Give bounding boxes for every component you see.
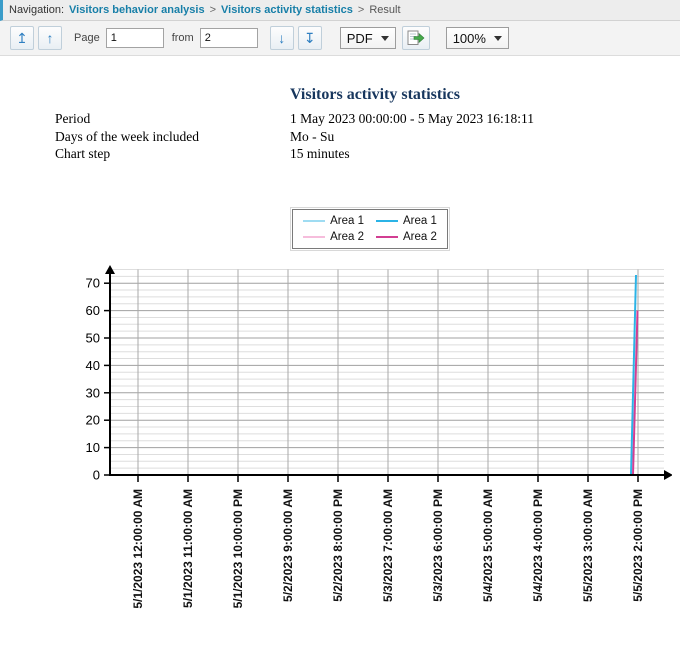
svg-text:5/4/2023 5:00:00 AM: 5/4/2023 5:00:00 AM [481, 489, 495, 602]
legend-line-swatch [376, 220, 398, 222]
export-format-value: PDF [347, 31, 373, 46]
chevron-down-icon [381, 36, 389, 41]
svg-text:5/1/2023 12:00:00 AM: 5/1/2023 12:00:00 AM [131, 489, 145, 609]
report-toolbar: ↥ ↑ Page from ↓ ↧ PDF 100% [0, 21, 680, 56]
breadcrumb-link-visitors-behavior-analysis[interactable]: Visitors behavior analysis [69, 4, 205, 16]
arrow-up-bar-icon: ↥ [16, 31, 28, 45]
breadcrumb-current-result: Result [369, 4, 400, 16]
field-label-chart-step: Chart step [55, 145, 290, 163]
svg-text:20: 20 [86, 412, 100, 427]
page-previous-button[interactable]: ↑ [38, 26, 62, 50]
svg-text:10: 10 [86, 440, 100, 455]
arrow-down-icon: ↓ [278, 31, 285, 45]
chart-area: 0 10 20 30 40 50 60 70 5/1/2023 12:00:00 AM 5/1/2… [72, 263, 680, 630]
page-label: Page [74, 32, 100, 44]
svg-text:40: 40 [86, 357, 100, 372]
svg-text:5/3/2023 6:00:00 PM: 5/3/2023 6:00:00 PM [431, 489, 445, 602]
svg-text:5/3/2023 7:00:00 AM: 5/3/2023 7:00:00 AM [381, 489, 395, 602]
from-label: from [172, 32, 194, 44]
field-value-chart-step: 15 minutes [290, 145, 350, 163]
svg-text:5/5/2023 2:00:00 PM: 5/5/2023 2:00:00 PM [631, 489, 645, 602]
breadcrumb: Navigation: Visitors behavior analysis >… [0, 0, 680, 21]
svg-text:5/5/2023 3:00:00 AM: 5/5/2023 3:00:00 AM [581, 489, 595, 602]
page-next-button[interactable]: ↓ [270, 26, 294, 50]
legend-label: Area 1 [330, 215, 364, 227]
chevron-down-icon [494, 36, 502, 41]
svg-text:5/4/2023 4:00:00 PM: 5/4/2023 4:00:00 PM [531, 489, 545, 602]
svg-text:5/1/2023 10:00:00 PM: 5/1/2023 10:00:00 PM [231, 489, 245, 608]
svg-text:30: 30 [86, 385, 100, 400]
export-format-select[interactable]: PDF [340, 27, 396, 49]
breadcrumb-link-visitors-activity-statistics[interactable]: Visitors activity statistics [221, 4, 353, 16]
svg-text:5/1/2023 11:00:00 AM: 5/1/2023 11:00:00 AM [181, 488, 195, 607]
legend-item: Area 2 [303, 231, 364, 243]
export-icon [407, 30, 425, 46]
table-row: Chart step 15 minutes [55, 145, 680, 163]
svg-text:5/2/2023 8:00:00 PM: 5/2/2023 8:00:00 PM [331, 489, 345, 602]
table-row: Days of the week included Mo - Su [55, 128, 680, 146]
legend-label: Area 2 [330, 231, 364, 243]
chart-legend: Area 1 Area 1 Area 2 Area 2 [292, 209, 448, 249]
export-button[interactable] [402, 26, 430, 50]
legend-line-swatch [303, 220, 325, 222]
table-row: Period 1 May 2023 00:00:00 - 5 May 2023 … [55, 110, 680, 128]
legend-line-swatch [376, 236, 398, 238]
svg-text:0: 0 [93, 467, 100, 482]
breadcrumb-separator: > [358, 4, 364, 16]
breadcrumb-separator: > [210, 4, 216, 16]
legend-item: Area 1 [303, 215, 364, 227]
page-total-input[interactable] [200, 28, 258, 48]
field-label-days: Days of the week included [55, 128, 290, 146]
legend-label: Area 2 [403, 231, 437, 243]
page-first-button[interactable]: ↥ [10, 26, 34, 50]
zoom-select[interactable]: 100% [446, 27, 509, 49]
report-summary-table: Period 1 May 2023 00:00:00 - 5 May 2023 … [55, 110, 680, 163]
page-number-input[interactable] [106, 28, 164, 48]
svg-text:50: 50 [86, 330, 100, 345]
page-last-button[interactable]: ↧ [298, 26, 322, 50]
field-label-period: Period [55, 110, 290, 128]
page-title: Visitors activity statistics [70, 86, 680, 104]
legend-line-swatch [303, 236, 325, 238]
svg-text:60: 60 [86, 303, 100, 318]
zoom-value: 100% [453, 31, 486, 46]
field-value-days: Mo - Su [290, 128, 334, 146]
svg-text:5/2/2023 9:00:00 AM: 5/2/2023 9:00:00 AM [281, 489, 295, 602]
report-page: Visitors activity statistics Period 1 Ma… [0, 56, 680, 630]
visitors-activity-chart: 0 10 20 30 40 50 60 70 5/1/2023 12:00:00 AM 5/1/2… [72, 263, 672, 625]
arrow-up-icon: ↑ [47, 31, 54, 45]
legend-label: Area 1 [403, 215, 437, 227]
arrow-down-bar-icon: ↧ [304, 31, 316, 45]
legend-item: Area 2 [376, 231, 437, 243]
field-value-period: 1 May 2023 00:00:00 - 5 May 2023 16:18:1… [290, 110, 534, 128]
breadcrumb-prefix: Navigation: [9, 4, 64, 16]
legend-item: Area 1 [376, 215, 437, 227]
svg-text:70: 70 [86, 275, 100, 290]
